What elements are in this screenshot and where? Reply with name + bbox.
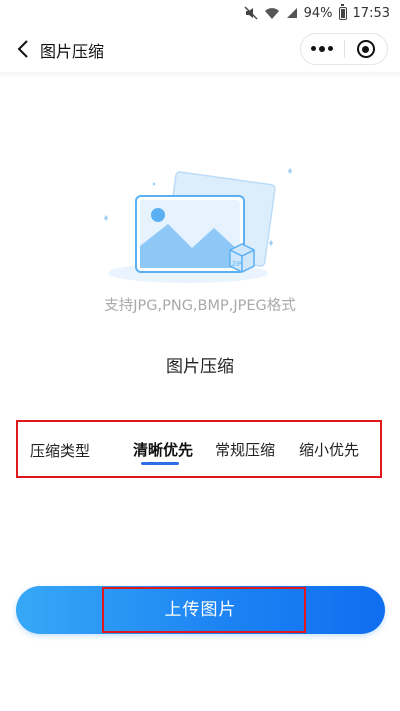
active-option-underline (141, 462, 179, 465)
nav-shadow (0, 72, 400, 78)
back-arrow-icon (17, 40, 28, 58)
section-title: 图片压缩 (166, 357, 234, 377)
image-box-icon: ZIP (96, 160, 306, 290)
target-icon (356, 40, 375, 58)
more-dots-icon (311, 46, 334, 52)
upload-image-button[interactable]: 上传图片 (16, 586, 385, 634)
close-program-button[interactable] (345, 34, 388, 64)
box-zip-text: ZIP (232, 261, 242, 268)
clock: 17:53 (352, 5, 390, 21)
option-normal-compress[interactable]: 常规压缩 (215, 439, 275, 460)
status-bar: 94% 17:53 (0, 0, 400, 26)
upload-button-label: 上传图片 (164, 600, 237, 620)
signal-icon (286, 7, 298, 19)
more-button[interactable] (301, 34, 344, 64)
nav-bar: 图片压缩 (0, 26, 400, 72)
compression-type-selector: 压缩类型 清晰优先 常规压缩 缩小优先 (16, 420, 382, 478)
wifi-icon (264, 7, 280, 20)
option-size-first[interactable]: 缩小优先 (299, 439, 359, 460)
mute-icon (244, 6, 258, 20)
battery-percent: 94% (303, 5, 333, 21)
mini-program-capsule (300, 33, 388, 65)
option-clarity-first[interactable]: 清晰优先 (133, 439, 193, 460)
back-button[interactable] (10, 34, 36, 64)
battery-icon (338, 3, 347, 20)
compression-type-label: 压缩类型 (30, 442, 91, 460)
page-title: 图片压缩 (40, 42, 105, 61)
supported-formats-text: 支持JPG,PNG,BMP,JPEG格式 (104, 298, 296, 314)
